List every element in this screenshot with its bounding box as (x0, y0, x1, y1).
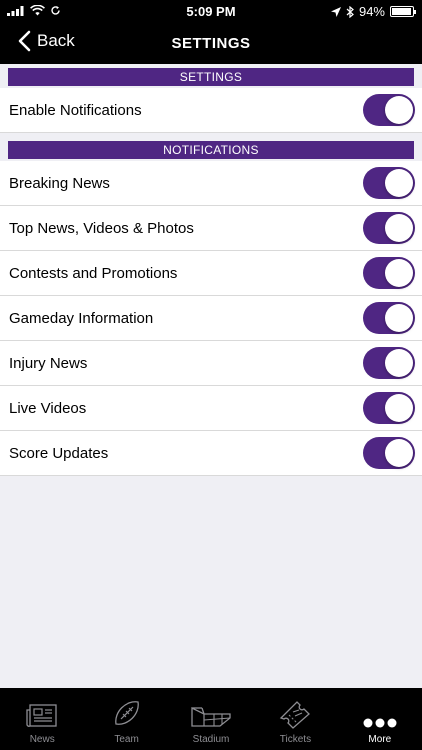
section-header-notifications: NOTIFICATIONS (8, 141, 414, 159)
tab-label: News (29, 734, 55, 745)
tab-team[interactable]: Team (84, 688, 168, 750)
stadium-icon (191, 706, 231, 727)
battery-icon (390, 6, 416, 17)
setting-row-gameday: Gameday Information (0, 296, 422, 341)
breaking-news-toggle[interactable] (363, 167, 415, 199)
ticket-icon (280, 701, 311, 729)
toggle-knob (385, 349, 413, 377)
tab-news[interactable]: News (0, 688, 84, 750)
status-right: 94% (330, 4, 416, 19)
gameday-toggle[interactable] (363, 302, 415, 334)
toggle-knob (385, 214, 413, 242)
toggle-knob (385, 439, 413, 467)
setting-label: Gameday Information (9, 309, 154, 327)
score-updates-toggle[interactable] (363, 437, 415, 469)
setting-row-top-news: Top News, Videos & Photos (0, 206, 422, 251)
bluetooth-icon (346, 5, 354, 18)
battery-percent: 94% (358, 4, 385, 19)
tab-tickets[interactable]: Tickets (253, 688, 337, 750)
toggle-knob (385, 394, 413, 422)
setting-row-injury-news: Injury News (0, 341, 422, 386)
tab-label: Tickets (279, 734, 312, 745)
tab-more[interactable]: More (338, 688, 422, 750)
setting-row-live-videos: Live Videos (0, 386, 422, 431)
toggle-knob (385, 169, 413, 197)
football-icon (114, 701, 139, 725)
tab-bar: News Team Stadium Tickets More (0, 688, 422, 750)
setting-label: Score Updates (9, 444, 109, 462)
injury-news-toggle[interactable] (363, 347, 415, 379)
page-title: SETTINGS (171, 35, 251, 52)
setting-label: Injury News (9, 354, 88, 372)
setting-label: Live Videos (9, 399, 87, 417)
setting-row-contests: Contests and Promotions (0, 251, 422, 296)
navigation-bar: Back SETTINGS (0, 24, 422, 64)
location-arrow-icon (330, 6, 341, 17)
tab-stadium[interactable]: Stadium (169, 688, 253, 750)
section-header-settings: SETTINGS (8, 68, 414, 86)
toggle-knob (385, 96, 413, 124)
tab-label: More (368, 734, 392, 745)
tab-label: Team (114, 734, 139, 745)
newspaper-icon (26, 704, 57, 727)
setting-label: Breaking News (9, 174, 110, 192)
status-bar: 5:09 PM 94% (0, 0, 422, 24)
setting-label: Top News, Videos & Photos (9, 219, 194, 237)
toggle-knob (385, 259, 413, 287)
setting-row-breaking-news: Breaking News (0, 161, 422, 206)
setting-label: Contests and Promotions (9, 264, 178, 282)
live-videos-toggle[interactable] (363, 392, 415, 424)
contests-toggle[interactable] (363, 257, 415, 289)
toggle-knob (385, 304, 413, 332)
setting-label: Enable Notifications (9, 101, 142, 119)
enable-notifications-toggle[interactable] (363, 94, 415, 126)
tab-label: Stadium (192, 734, 230, 745)
more-dots-icon (363, 718, 397, 728)
setting-row-score-updates: Score Updates (0, 431, 422, 476)
top-news-toggle[interactable] (363, 212, 415, 244)
settings-list: SETTINGS Enable Notifications NOTIFICATI… (0, 64, 422, 476)
setting-row-enable-notifications: Enable Notifications (0, 88, 422, 133)
